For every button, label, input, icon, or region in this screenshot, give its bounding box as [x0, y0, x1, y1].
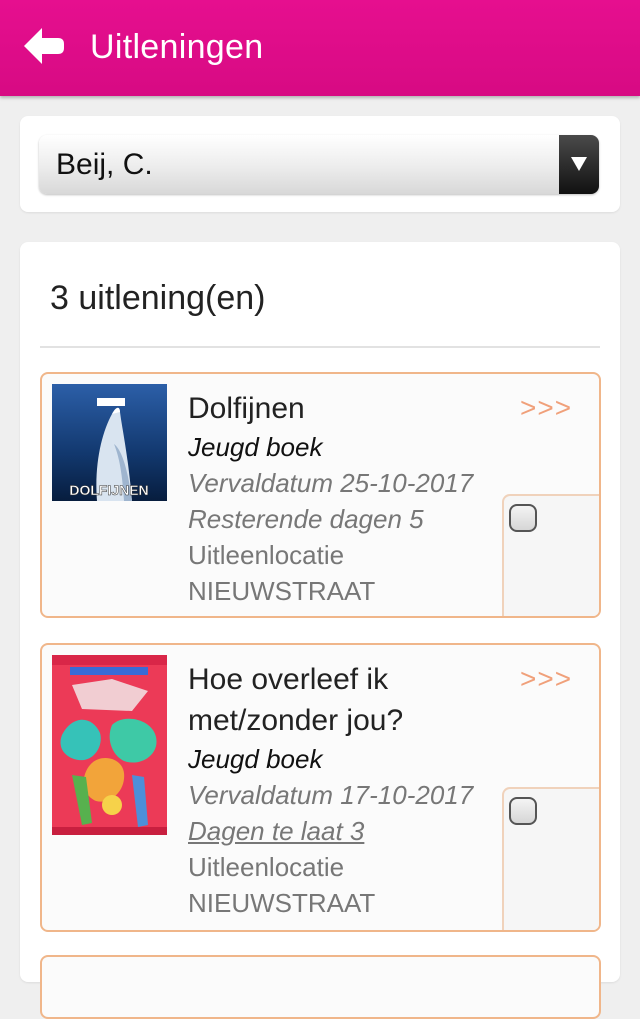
select-arrow[interactable] [559, 135, 599, 194]
divider [40, 346, 600, 348]
location-label: Uitleenlocatie [188, 852, 345, 882]
loan-count: 3 uitlening(en) [50, 279, 266, 317]
book-title: Dolfijnen [188, 392, 305, 425]
select-area[interactable] [502, 787, 599, 930]
chevron-down-icon [571, 157, 587, 171]
book-title: Hoe overleef ik met/zonder jou? [188, 663, 404, 737]
page-title: Uitleningen [90, 28, 264, 66]
back-arrow-icon [24, 28, 64, 64]
loan-info: Dolfijnen Jeugd boek Vervaldatum 25-10-2… [188, 388, 508, 609]
book-type: Jeugd boek [188, 744, 323, 774]
back-button[interactable] [22, 26, 66, 66]
days-remaining: Resterende dagen 5 [188, 504, 424, 534]
select-area[interactable] [502, 494, 599, 616]
member-select-value: Beij, C. [56, 148, 153, 181]
loan-item[interactable]: DOLFIJNEN Dolfijnen Jeugd boek Vervaldat… [40, 372, 601, 618]
due-date: Vervaldatum 25-10-2017 [188, 468, 474, 498]
loans-card: 3 uitlening(en) DOLFIJNEN Dolfijnen Jeug… [20, 242, 620, 1019]
days-overdue: Dagen te laat 3 [188, 816, 365, 846]
loan-checkbox[interactable] [509, 504, 537, 532]
cover-title-text: DOLFIJNEN [69, 482, 148, 498]
details-link[interactable]: >>> [520, 663, 572, 695]
book-cover-dolfijnen: DOLFIJNEN [52, 384, 167, 501]
loan-item[interactable]: Hoe overleef ik met/zonder jou? Jeugd bo… [40, 643, 601, 932]
location-value: NIEUWSTRAAT [188, 576, 376, 606]
loan-item[interactable] [40, 955, 601, 1019]
app-header: Uitleningen [0, 0, 640, 96]
location-label: Uitleenlocatie [188, 540, 345, 570]
book-type: Jeugd boek [188, 432, 323, 462]
member-select[interactable]: Beij, C. [39, 135, 599, 194]
book-cover-hoe-overleef [52, 655, 167, 835]
location-value: NIEUWSTRAAT [188, 888, 376, 918]
loan-checkbox[interactable] [509, 797, 537, 825]
details-link[interactable]: >>> [520, 392, 572, 424]
loan-info: Hoe overleef ik met/zonder jou? Jeugd bo… [188, 659, 508, 921]
member-select-card: Beij, C. [20, 116, 620, 212]
due-date: Vervaldatum 17-10-2017 [188, 780, 474, 810]
